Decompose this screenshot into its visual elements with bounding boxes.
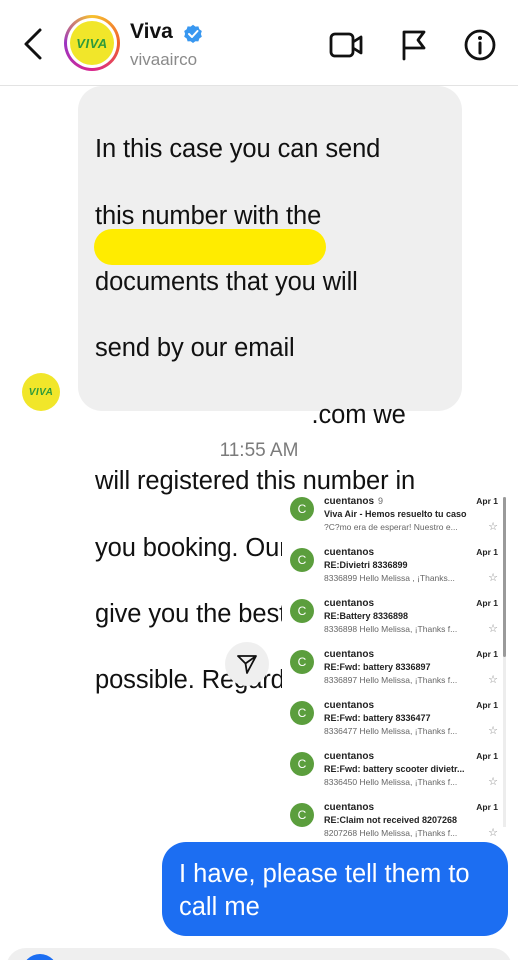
contact-username: vivaairco [130, 50, 198, 69]
email-sender-avatar: C [290, 701, 314, 725]
email-row: C cuentanos Apr 1 RE:Battery 8336898 833… [282, 592, 504, 643]
send-icon [237, 655, 257, 674]
email-subject: RE:Claim not received 8207268 [324, 815, 458, 825]
email-date: Apr 1 [476, 547, 498, 557]
back-icon[interactable] [18, 26, 50, 62]
email-sender-avatar: C [290, 497, 314, 521]
email-date: Apr 1 [476, 751, 498, 761]
email-row: C cuentanos Apr 1 RE:Fwd: battery 833689… [282, 643, 504, 694]
email-date: Apr 1 [476, 802, 498, 812]
star-icon: ☆ [488, 674, 498, 686]
email-sender: cuentanos [324, 598, 375, 609]
message-timestamp: 11:55 AM [219, 440, 299, 461]
email-row: C cuentanos Apr 1 RE:Divietri 8336899 83… [282, 541, 504, 592]
flag-icon[interactable] [396, 28, 432, 62]
screenshot-scrollbar-thumb [503, 497, 506, 657]
star-icon: ☆ [488, 623, 498, 635]
sender-avatar-logo-text: VIVA [28, 386, 54, 398]
star-icon: ☆ [488, 776, 498, 788]
email-row: C cuentanos Apr 1 RE:Fwd: battery scoote… [282, 745, 504, 796]
email-date: Apr 1 [476, 649, 498, 659]
message-composer[interactable] [6, 948, 512, 960]
email-snippet: 8336899 Hello Melissa , ¡Thanks... [324, 573, 455, 583]
contact-avatar[interactable]: VIVA [64, 15, 120, 71]
email-snippet: ?C?mo era de esperar! Nuestro e... [324, 522, 458, 532]
shared-screenshot-image[interactable]: C cuentanos 9 Apr 1 Viva Air - Hemos resu… [282, 490, 510, 842]
star-icon: ☆ [488, 827, 498, 839]
email-sender-avatar: C [290, 803, 314, 827]
email-date: Apr 1 [476, 598, 498, 608]
info-icon[interactable] [462, 28, 498, 62]
email-subject: Viva Air - Hemos resuelto tu caso [324, 509, 467, 519]
email-snippet: 8336477 Hello Melissa, ¡Thanks f... [324, 726, 458, 736]
email-snippet: 8336450 Hello Melissa, ¡Thanks f... [324, 777, 458, 787]
email-sender: cuentanos [324, 700, 375, 711]
verified-badge-icon [184, 24, 202, 43]
email-row: C cuentanos Apr 1 RE:Claim not received … [282, 796, 504, 842]
star-icon: ☆ [488, 572, 498, 584]
chat-header: VIVA Viva vivaairco [0, 0, 518, 86]
star-icon: ☆ [488, 725, 498, 737]
email-sender: cuentanos [324, 649, 375, 660]
email-sender: cuentanos 9 [324, 496, 384, 507]
email-snippet: 8336898 Hello Melissa, ¡Thanks f... [324, 624, 458, 634]
email-subject: RE:Fwd: battery scooter divietr... [324, 764, 465, 774]
share-button[interactable] [225, 642, 269, 686]
contact-name[interactable]: Viva [130, 20, 173, 44]
email-sender-avatar: C [290, 650, 314, 674]
email-subject: RE:Fwd: battery 8336897 [324, 662, 431, 672]
email-date: Apr 1 [476, 700, 498, 710]
email-sender-avatar: C [290, 599, 314, 623]
email-snippet: 8336897 Hello Melissa, ¡Thanks f... [324, 675, 458, 685]
email-subject: RE:Divietri 8336899 [324, 560, 408, 570]
email-sender: cuentanos [324, 751, 375, 762]
video-call-icon[interactable] [328, 28, 364, 62]
email-redaction [94, 229, 326, 265]
email-date: Apr 1 [476, 496, 498, 506]
email-sender-avatar: C [290, 548, 314, 572]
outgoing-message-bubble[interactable]: I have, please tell them to call me [162, 842, 508, 936]
email-sender: cuentanos [324, 802, 375, 813]
outgoing-message-text: I have, please tell them to call me [179, 860, 470, 922]
email-snippet: 8207268 Hello Melissa, ¡Thanks f... [324, 828, 458, 838]
email-sender: cuentanos [324, 547, 375, 558]
email-row: C cuentanos Apr 1 RE:Fwd: battery 833647… [282, 694, 504, 745]
email-sender-avatar: C [290, 752, 314, 776]
sender-avatar[interactable]: VIVA [22, 373, 60, 411]
email-thread-count: 9 [378, 496, 384, 506]
email-subject: RE:Battery 8336898 [324, 611, 409, 621]
avatar-logo-text: VIVA [76, 35, 108, 51]
star-icon: ☆ [488, 521, 498, 533]
email-subject: RE:Fwd: battery 8336477 [324, 713, 431, 723]
email-row: C cuentanos 9 Apr 1 Viva Air - Hemos resu… [282, 490, 504, 541]
